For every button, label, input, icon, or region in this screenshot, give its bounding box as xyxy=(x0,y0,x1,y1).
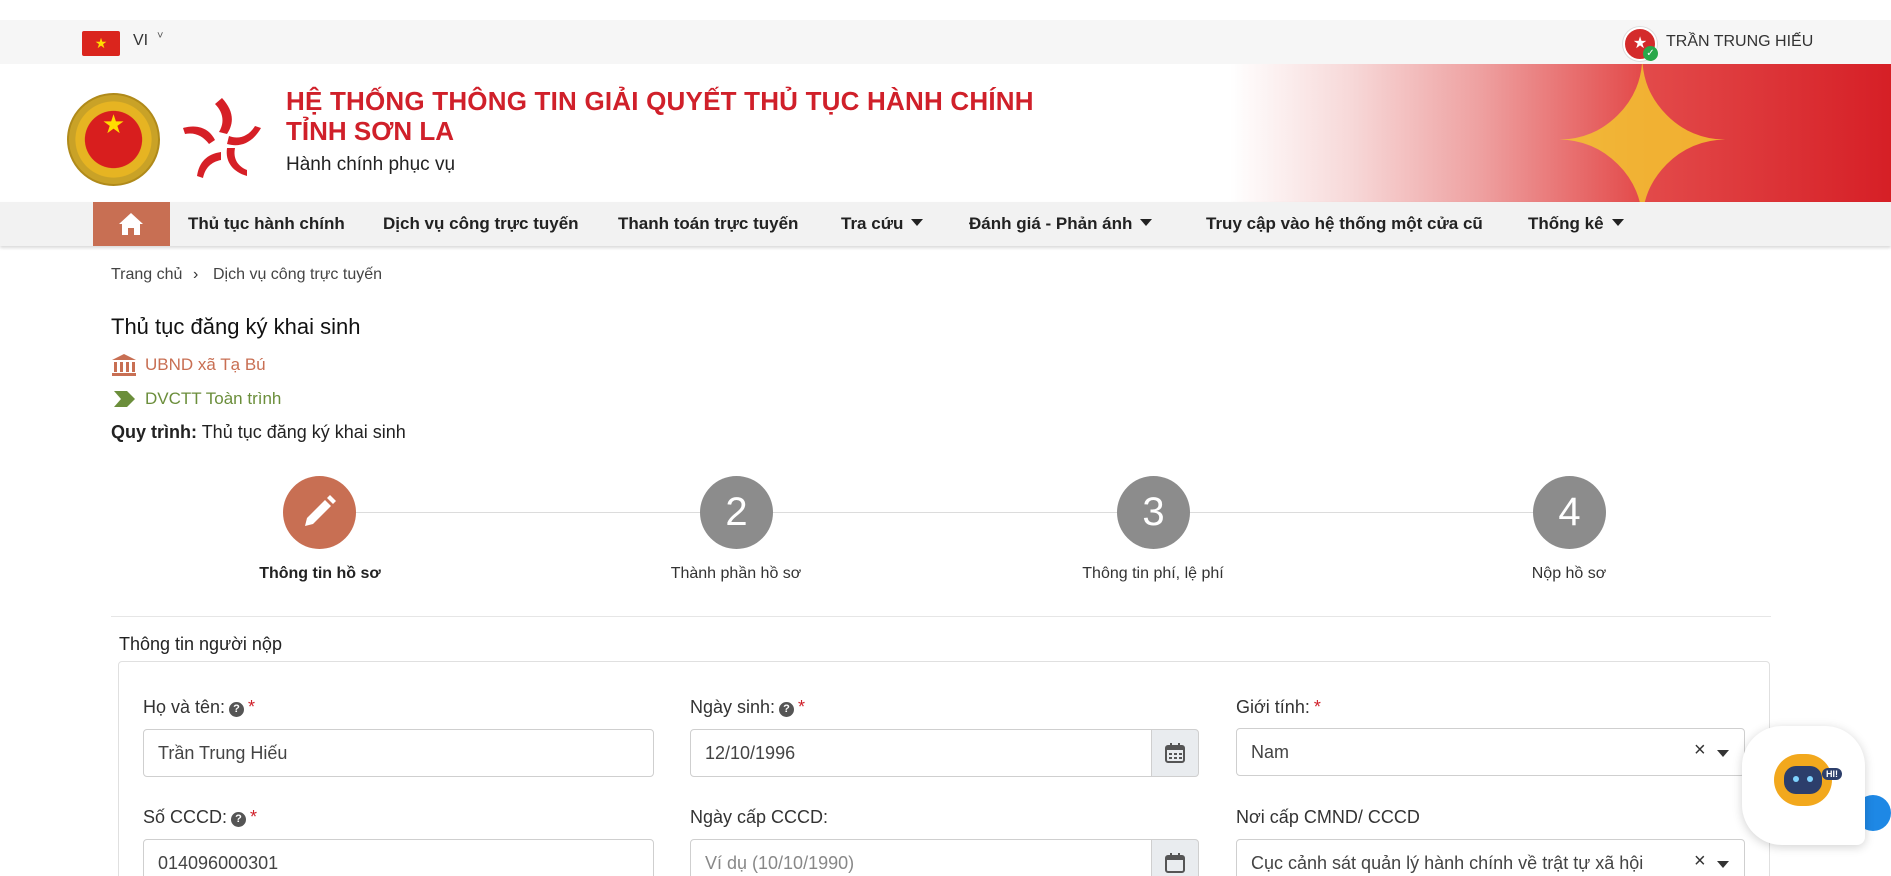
chatbot-widget[interactable]: HI! xyxy=(1742,726,1865,845)
birth-date-label: Ngày sinh:? * xyxy=(690,697,805,718)
gender-label: Giới tính: * xyxy=(1236,697,1321,718)
site-header: ✦ ★ HỆ THỐNG THÔNG TIN GIẢI QUYẾT THỦ TỤ… xyxy=(0,64,1891,202)
national-emblem-logo[interactable]: ★ xyxy=(67,93,160,186)
required-mark: * xyxy=(250,807,258,827)
nav-item-online-payment[interactable]: Thanh toán trực tuyến xyxy=(618,214,798,234)
clear-selection-icon[interactable]: × xyxy=(1694,850,1706,873)
gender-select[interactable]: Nam xyxy=(1236,728,1745,776)
user-name[interactable]: TRẦN TRUNG HIẾU xyxy=(1666,33,1813,51)
pencil-icon xyxy=(305,495,336,526)
nav-item-lookup-label: Tra cứu xyxy=(841,214,904,233)
page: ★ VI ˅ ★ ✓ TRẦN TRUNG HIẾU ✦ ★ HỆ THỐNG … xyxy=(0,0,1891,876)
nav-item-feedback-label: Đánh giá - Phản ánh xyxy=(969,214,1133,233)
question-circle-icon[interactable]: ? xyxy=(231,812,247,827)
nav-item-statistics[interactable]: Thống kê xyxy=(1528,214,1624,234)
caret-down-icon xyxy=(911,219,924,226)
user-avatar[interactable]: ★ ✓ xyxy=(1623,27,1658,61)
question-circle-icon[interactable]: ? xyxy=(779,702,795,717)
select-caret-down-icon[interactable] xyxy=(1717,861,1729,868)
id-issue-date-input[interactable]: Ví dụ (10/10/1990) xyxy=(690,839,1152,876)
birth-date-input[interactable]: 12/10/1996 xyxy=(690,729,1152,777)
nav-home-button[interactable] xyxy=(93,202,170,246)
section-divider xyxy=(111,616,1771,617)
birth-date-label-text: Ngày sinh: xyxy=(690,697,776,717)
home-icon xyxy=(119,213,143,235)
required-mark: * xyxy=(1313,697,1321,717)
id-issue-place-select[interactable]: Cục cảnh sát quản lý hành chính về trật … xyxy=(1236,839,1745,876)
step-3-circle[interactable]: 3 xyxy=(1117,476,1190,549)
nav-item-administrative-procedures[interactable]: Thủ tục hành chính xyxy=(188,214,345,234)
step-2-circle[interactable]: 2 xyxy=(700,476,773,549)
id-number-label-text: Số CCCD: xyxy=(143,807,228,827)
stepper-line xyxy=(320,512,1570,513)
form-section-title: Thông tin người nộp xyxy=(119,634,282,654)
vietnam-flag-icon[interactable]: ★ xyxy=(82,31,120,56)
calendar-icon xyxy=(1165,743,1185,763)
chevron-tag-icon xyxy=(114,391,135,407)
step-2-label[interactable]: Thành phần hồ sơ xyxy=(606,565,866,583)
nav-item-online-public-services[interactable]: Dịch vụ công trực tuyến xyxy=(383,214,579,234)
building-icon xyxy=(112,354,136,376)
procedure-title: Thủ tục đăng ký khai sinh xyxy=(111,314,361,339)
main-nav: Thủ tục hành chính Dịch vụ công trực tuy… xyxy=(0,202,1891,246)
site-subtitle: Hành chính phục vụ xyxy=(286,154,456,175)
id-issue-place-label: Nơi cấp CMND/ CCCD xyxy=(1236,807,1420,827)
id-issue-date-calendar-button[interactable] xyxy=(1151,839,1199,876)
service-level: DVCTT Toàn trình xyxy=(145,389,282,408)
step-4-label[interactable]: Nộp hồ sơ xyxy=(1439,565,1699,583)
process-value: Thủ tục đăng ký khai sinh xyxy=(201,422,406,442)
id-number-input[interactable]: 014096000301 xyxy=(143,839,654,876)
procedure-agency: UBND xã Tạ Bú xyxy=(145,355,266,374)
nav-item-lookup[interactable]: Tra cứu xyxy=(841,214,924,234)
select-caret-down-icon[interactable] xyxy=(1717,750,1729,757)
public-service-star-logo[interactable] xyxy=(175,92,269,186)
chatbot-hi-badge: HI! xyxy=(1822,768,1842,780)
site-title-line1: HỆ THỐNG THÔNG TIN GIẢI QUYẾT THỦ TỤC HÀ… xyxy=(286,86,1034,116)
chatbot-robot-icon xyxy=(1774,754,1832,806)
step-3-label[interactable]: Thông tin phí, lệ phí xyxy=(1023,565,1283,583)
step-4-circle[interactable]: 4 xyxy=(1533,476,1606,549)
verified-check-icon: ✓ xyxy=(1643,46,1658,61)
calendar-icon xyxy=(1165,853,1185,873)
header-banner-decoration: ✦ xyxy=(1230,64,1891,202)
gender-label-text: Giới tính: xyxy=(1236,697,1310,717)
chevron-down-icon[interactable]: ˅ xyxy=(157,30,163,42)
caret-down-icon xyxy=(1611,219,1624,226)
nav-item-feedback[interactable]: Đánh giá - Phản ánh xyxy=(969,214,1153,234)
full-name-input[interactable]: Trần Trung Hiếu xyxy=(143,729,654,777)
breadcrumb-current: Dịch vụ công trực tuyến xyxy=(213,266,383,283)
chevron-right-icon: › xyxy=(193,266,199,283)
language-selector[interactable]: VI xyxy=(133,32,148,50)
procedure-process: Quy trình: Thủ tục đăng ký khai sinh xyxy=(111,422,406,443)
process-label: Quy trình: xyxy=(111,422,197,442)
id-issue-date-label: Ngày cấp CCCD: xyxy=(690,807,829,827)
step-1-circle[interactable] xyxy=(283,476,356,549)
full-name-label: Họ và tên:? * xyxy=(143,697,255,718)
nav-item-legacy-system[interactable]: Truy cập vào hệ thống một cửa cũ xyxy=(1206,214,1483,234)
full-name-label-text: Họ và tên: xyxy=(143,697,226,717)
required-mark: * xyxy=(798,697,806,717)
step-1-label[interactable]: Thông tin hồ sơ xyxy=(190,565,450,583)
id-number-label: Số CCCD:? * xyxy=(143,807,257,828)
birth-date-calendar-button[interactable] xyxy=(1151,729,1199,777)
caret-down-icon xyxy=(1140,219,1153,226)
clear-selection-icon[interactable]: × xyxy=(1694,739,1706,762)
site-title-line2: TỈNH SƠN LA xyxy=(286,116,455,146)
breadcrumb-home[interactable]: Trang chủ xyxy=(111,266,182,284)
question-circle-icon[interactable]: ? xyxy=(229,702,245,717)
required-mark: * xyxy=(248,697,256,717)
nav-item-statistics-label: Thống kê xyxy=(1528,214,1604,233)
top-bar: ★ VI ˅ ★ ✓ TRẦN TRUNG HIẾU xyxy=(0,20,1891,64)
